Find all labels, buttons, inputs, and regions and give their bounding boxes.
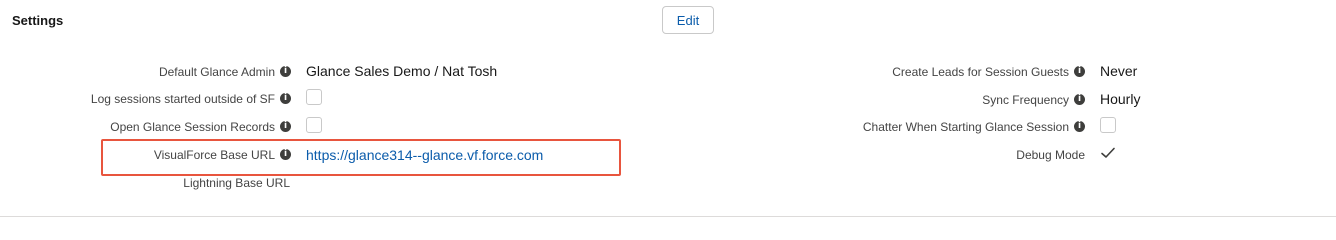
field-label: Chatter When Starting Glance Session (862, 120, 1069, 134)
info-icon[interactable]: i (280, 93, 291, 104)
info-icon[interactable]: i (280, 121, 291, 132)
open-session-records-checkbox[interactable] (306, 117, 322, 133)
section-divider (0, 216, 1336, 217)
info-icon[interactable]: i (1074, 94, 1085, 105)
field-label: Open Glance Session Records (110, 120, 275, 134)
field-value: Never (1100, 63, 1138, 79)
edit-button[interactable]: Edit (662, 6, 714, 34)
info-icon[interactable]: i (280, 66, 291, 77)
log-sessions-checkbox[interactable] (306, 89, 322, 105)
section-title: Settings (12, 13, 64, 28)
field-label: VisualForce Base URL (153, 148, 275, 162)
field-value: Hourly (1100, 91, 1141, 107)
field-label: Default Glance Admin (158, 65, 275, 79)
info-icon[interactable]: i (1074, 66, 1085, 77)
visualforce-url-link[interactable]: https://glance314--glance.vf.force.com (306, 147, 543, 163)
field-label: Create Leads for Session Guests (892, 65, 1069, 79)
chatter-checkbox[interactable] (1100, 117, 1116, 133)
field-value: Glance Sales Demo / Nat Tosh (306, 63, 498, 79)
info-icon[interactable]: i (1074, 121, 1085, 132)
field-label: Log sessions started outside of SF (90, 92, 275, 106)
check-icon (1101, 147, 1115, 158)
field-label: Lightning Base URL (183, 176, 290, 190)
info-icon[interactable]: i (280, 149, 291, 160)
field-label: Sync Frequency (982, 93, 1069, 107)
settings-page: Settings Edit Default Glance Admin i Gla… (0, 0, 1336, 220)
field-label: Debug Mode (1016, 148, 1085, 162)
